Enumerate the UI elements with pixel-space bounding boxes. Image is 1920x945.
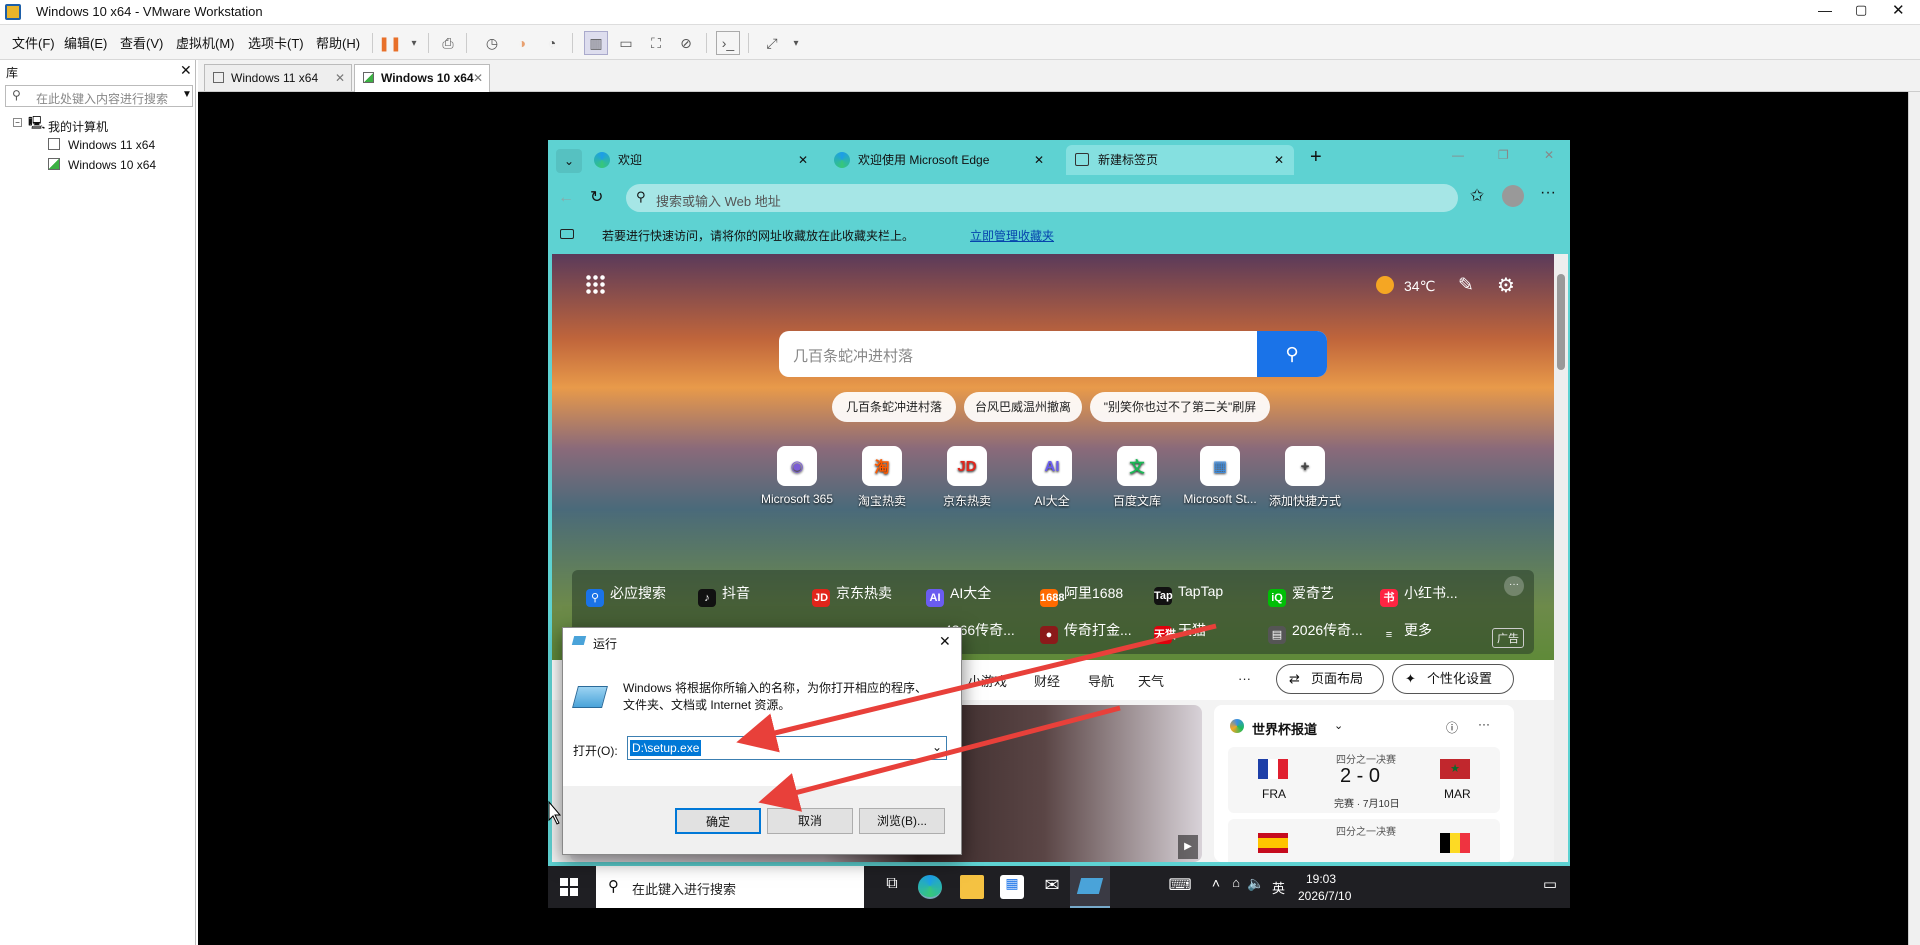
annotation-arrows (548, 623, 1217, 825)
annotation-arrow (736, 623, 1217, 753)
mouse-cursor-icon (548, 800, 562, 825)
